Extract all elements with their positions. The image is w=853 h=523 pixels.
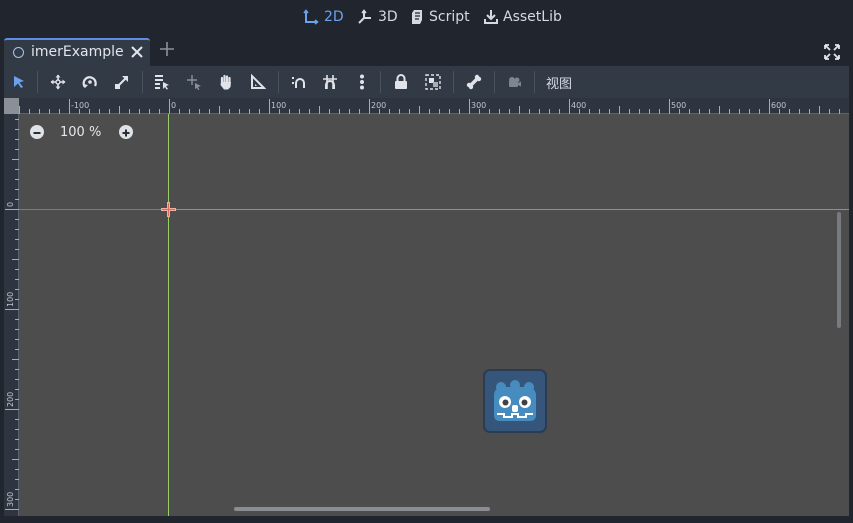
workspace-2d-label: 2D bbox=[324, 9, 344, 25]
view-menu-button[interactable]: 视图 bbox=[546, 73, 572, 92]
scene-tab[interactable]: imerExample bbox=[4, 38, 150, 66]
ruler-label: 300 bbox=[6, 492, 15, 507]
scene-tab-bar: imerExample bbox=[0, 36, 853, 66]
toolbar-separator bbox=[142, 71, 143, 93]
ruler-label: 100 bbox=[6, 292, 15, 307]
workspace-script-button[interactable]: Script bbox=[410, 8, 470, 26]
ruler-label: 500 bbox=[671, 101, 686, 110]
lock-button[interactable] bbox=[391, 72, 411, 92]
add-scene-tab-icon[interactable] bbox=[160, 42, 174, 56]
workspace-2d-button[interactable]: 2D bbox=[303, 8, 344, 26]
grid-snap-icon bbox=[323, 75, 337, 89]
pivot-tool-button[interactable] bbox=[184, 72, 204, 92]
ruler-label: 400 bbox=[571, 101, 586, 110]
zoom-in-icon bbox=[122, 129, 130, 137]
more-vertical-icon bbox=[360, 74, 364, 90]
script-icon bbox=[412, 10, 422, 24]
zoom-out-icon bbox=[33, 132, 41, 134]
bone-icon bbox=[466, 74, 482, 90]
workspace-assetlib-button[interactable]: AssetLib bbox=[484, 8, 562, 26]
toolbar-separator bbox=[534, 71, 535, 93]
pivot-icon bbox=[187, 75, 201, 90]
group-button[interactable] bbox=[423, 72, 443, 92]
vertical-scrollbar[interactable] bbox=[837, 212, 841, 328]
ruler-tool-button[interactable] bbox=[248, 72, 268, 92]
toolbar-separator bbox=[380, 71, 381, 93]
zoom-widget: 100 % bbox=[30, 124, 134, 140]
ruler-label: -100 bbox=[71, 101, 89, 110]
zoom-out-button[interactable] bbox=[30, 125, 44, 139]
ruler-label: 100 bbox=[271, 101, 286, 110]
workspace-3d-button[interactable]: 3D bbox=[357, 8, 398, 26]
3d-icon bbox=[358, 9, 371, 24]
move-tool-button[interactable] bbox=[48, 72, 68, 92]
zoom-in-button[interactable] bbox=[119, 125, 134, 139]
horizontal-scrollbar[interactable] bbox=[234, 507, 490, 511]
godot-icon[interactable] bbox=[483, 369, 547, 433]
ruler-label: 200 bbox=[6, 392, 15, 407]
ruler-corner bbox=[4, 98, 19, 114]
ruler-label: 0 bbox=[6, 202, 15, 207]
zoom-reset-button[interactable]: 100 % bbox=[60, 125, 101, 140]
rotate-tool-button[interactable] bbox=[80, 72, 100, 92]
vertical-ruler-ticks: 0 100 200 300 bbox=[5, 119, 19, 510]
move-icon bbox=[50, 74, 66, 90]
ruler-label: 300 bbox=[471, 101, 486, 110]
workspace-3d-label: 3D bbox=[378, 9, 398, 25]
pan-tool-button[interactable] bbox=[216, 72, 236, 92]
origin-marker bbox=[161, 202, 176, 217]
group-icon bbox=[425, 74, 441, 90]
camera-icon bbox=[509, 77, 521, 87]
workspace-assetlib-label: AssetLib bbox=[503, 9, 562, 25]
scale-tool-button[interactable] bbox=[112, 72, 132, 92]
ruler-label: 0 bbox=[171, 101, 176, 110]
lock-icon bbox=[395, 74, 407, 89]
vertical-ruler[interactable]: 0 100 200 300 bbox=[4, 98, 19, 516]
distraction-free-icon[interactable] bbox=[824, 44, 840, 60]
node2d-scene-icon bbox=[13, 47, 24, 58]
workspace-script-label: Script bbox=[429, 9, 470, 25]
2d-icon bbox=[303, 9, 319, 25]
scene-tab-label: imerExample bbox=[31, 44, 124, 60]
scale-icon bbox=[115, 76, 128, 89]
list-select-icon bbox=[155, 75, 169, 90]
canvas-toolbar: 视图 bbox=[4, 66, 849, 98]
toolbar-separator bbox=[37, 71, 38, 93]
list-select-tool-button[interactable] bbox=[152, 72, 172, 92]
horizontal-ruler[interactable]: -100 0 100 200 300 400 500 600 bbox=[4, 98, 849, 114]
select-tool-button[interactable] bbox=[9, 72, 29, 92]
ruler-label: 200 bbox=[371, 101, 386, 110]
ruler-icon bbox=[251, 74, 266, 89]
select-arrow-icon bbox=[14, 76, 24, 88]
toolbar-separator bbox=[453, 71, 454, 93]
camera-override-button[interactable] bbox=[504, 72, 524, 92]
close-icon[interactable] bbox=[130, 45, 144, 59]
snap-options-button[interactable] bbox=[352, 72, 372, 92]
smart-snap-button[interactable] bbox=[289, 72, 309, 92]
grid-snap-button[interactable] bbox=[320, 72, 340, 92]
horizontal-ruler-ticks: -100 0 100 200 300 400 500 600 bbox=[19, 99, 840, 114]
toolbar-separator bbox=[278, 71, 279, 93]
skeleton-button[interactable] bbox=[464, 72, 484, 92]
rotate-icon bbox=[82, 76, 97, 88]
canvas-viewport[interactable] bbox=[19, 114, 849, 516]
smart-snap-icon bbox=[292, 77, 305, 88]
assetlib-icon bbox=[484, 10, 498, 24]
viewport-axes bbox=[19, 114, 849, 516]
workspace-bar: 2D 3D Script AssetLib bbox=[0, 0, 853, 34]
hand-icon bbox=[220, 74, 231, 90]
ruler-label: 600 bbox=[771, 101, 786, 110]
toolbar-separator bbox=[494, 71, 495, 93]
